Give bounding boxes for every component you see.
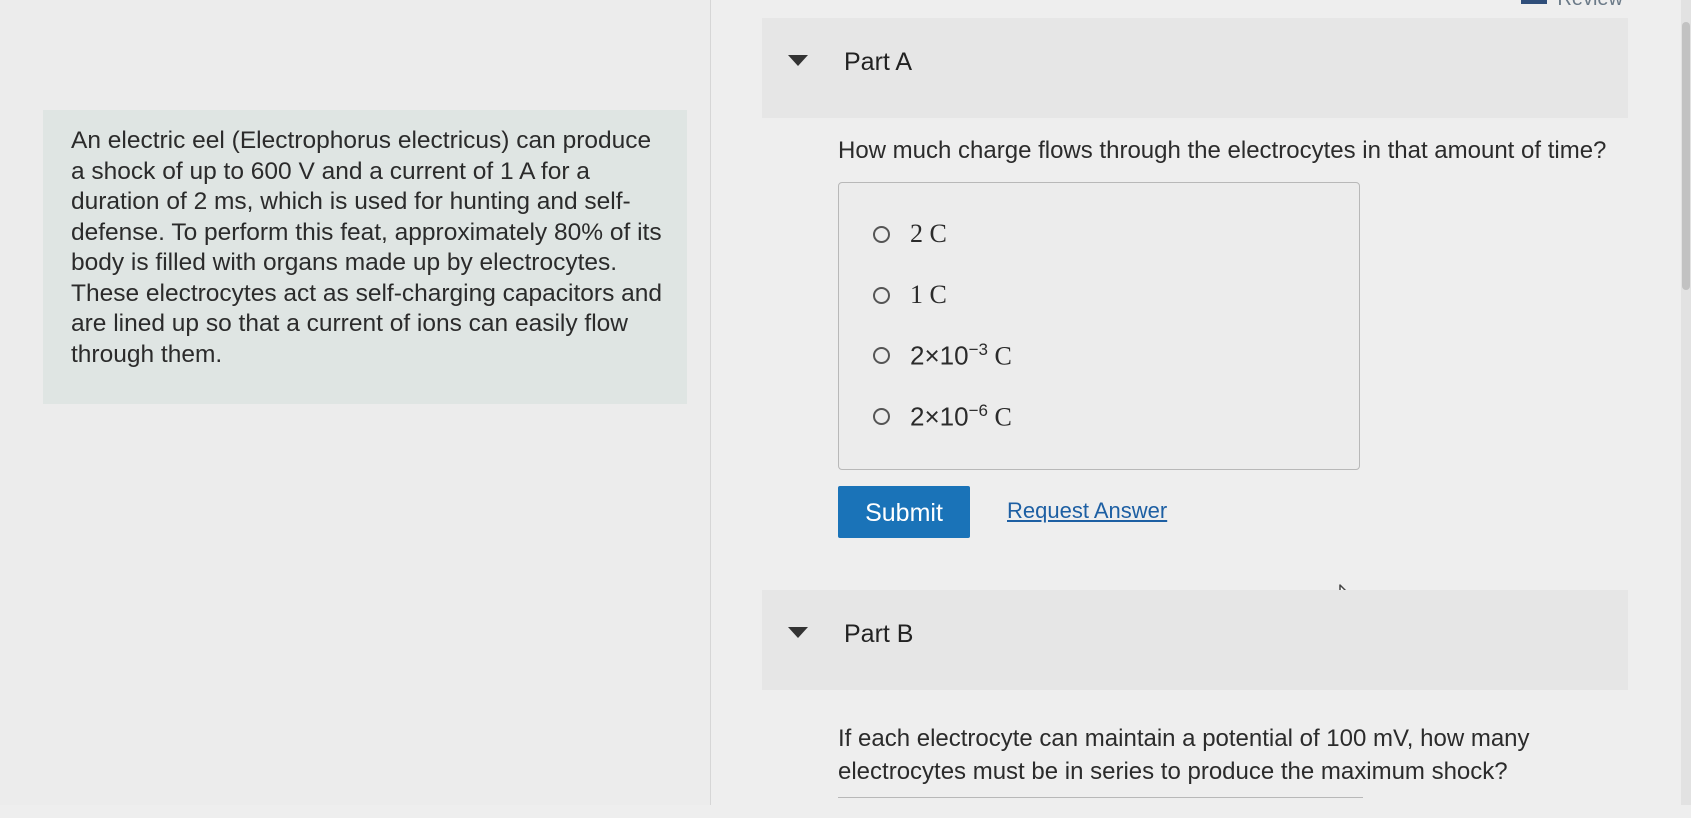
- part-a-title: Part A: [844, 48, 913, 76]
- review-icon: [1521, 0, 1548, 4]
- part-a-header[interactable]: Part A: [762, 18, 1628, 118]
- left-panel: An electric eel (Electrophorus electricu…: [0, 0, 711, 805]
- part-b-answer-box: [838, 797, 1363, 818]
- radio-button[interactable]: [873, 225, 890, 243]
- answer-choices: 2 C 1 C 2×10−3 C 2×10−6 C: [838, 182, 1360, 470]
- radio-button[interactable]: [873, 408, 890, 426]
- part-b-title: Part B: [844, 620, 914, 648]
- part-b-question: If each electrocyte can maintain a poten…: [838, 725, 1530, 785]
- choice-label: 2 C: [910, 219, 947, 248]
- part-b-header[interactable]: Part B: [762, 590, 1628, 690]
- choice-2e-3c[interactable]: 2×10−3 C: [873, 340, 1012, 372]
- radio-button[interactable]: [873, 347, 890, 365]
- choice-2c[interactable]: 2 C: [873, 219, 947, 249]
- intro-box: An electric eel (Electrophorus electricu…: [43, 110, 687, 404]
- collapse-triangle-icon[interactable]: [788, 627, 808, 638]
- radio-button[interactable]: [873, 286, 890, 304]
- choice-2e-6c[interactable]: 2×10−6 C: [873, 401, 1012, 433]
- part-a-question: How much charge flows through the electr…: [838, 137, 1607, 164]
- choice-label: 2×10−6 C: [910, 401, 1012, 432]
- choice-label: 1 C: [910, 280, 947, 309]
- choice-label: 2×10−3 C: [910, 340, 1012, 371]
- choice-1c[interactable]: 1 C: [873, 280, 947, 310]
- submit-button[interactable]: Submit: [838, 486, 970, 538]
- collapse-triangle-icon[interactable]: [788, 55, 808, 66]
- intro-paragraph: An electric eel (Electrophorus electricu…: [71, 127, 663, 368]
- request-answer-link[interactable]: Request Answer: [1007, 498, 1167, 524]
- review-label: Review: [1557, 0, 1623, 10]
- scrollbar-thumb[interactable]: [1682, 22, 1690, 290]
- scrollbar[interactable]: [1681, 0, 1691, 805]
- review-link[interactable]: Review: [1521, 0, 1623, 11]
